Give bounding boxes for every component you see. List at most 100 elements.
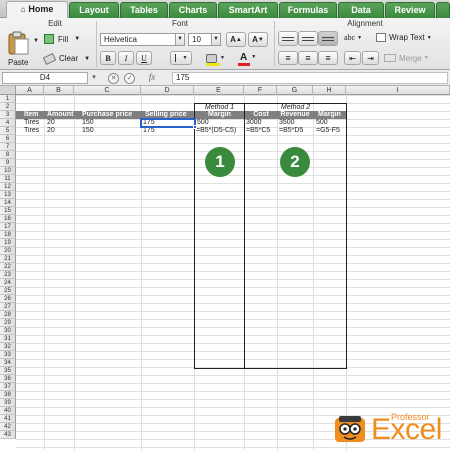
formula-input[interactable]: 175 [172, 72, 448, 84]
header-margin-method-1[interactable]: Margin [195, 111, 244, 119]
select-all-corner[interactable] [0, 86, 16, 95]
cancel-formula-icon[interactable]: ✕ [108, 73, 119, 84]
row-header-38[interactable]: 38 [0, 391, 16, 399]
row-header-25[interactable]: 25 [0, 287, 16, 295]
row-header-30[interactable]: 30 [0, 327, 16, 335]
cell-h5[interactable]: =G5-F5 [316, 127, 346, 135]
row-header-33[interactable]: 33 [0, 351, 16, 359]
row-header-5[interactable]: 5 [0, 127, 16, 135]
tab-data[interactable]: Data [338, 2, 384, 18]
row-header-31[interactable]: 31 [0, 335, 16, 343]
bold-button[interactable]: B [100, 51, 116, 65]
row-header-4[interactable]: 4 [0, 119, 16, 127]
column-header-b[interactable]: B [44, 86, 74, 95]
row-header-28[interactable]: 28 [0, 311, 16, 319]
row-header-32[interactable]: 32 [0, 343, 16, 351]
row-header-27[interactable]: 27 [0, 303, 16, 311]
tab-charts[interactable]: Charts [169, 2, 217, 18]
row-header-34[interactable]: 34 [0, 359, 16, 367]
cell-h4[interactable]: 500 [316, 119, 346, 127]
row-header-17[interactable]: 17 [0, 223, 16, 231]
row-header-10[interactable]: 10 [0, 167, 16, 175]
row-header-36[interactable]: 36 [0, 375, 16, 383]
cell-a4[interactable]: Tires [24, 119, 44, 127]
cell-g5[interactable]: =B5*D5 [279, 127, 313, 135]
row-header-11[interactable]: 11 [0, 175, 16, 183]
fill-button[interactable]: Fill ▼ [44, 34, 80, 44]
paste-dropdown-arrow[interactable]: ▼ [33, 38, 39, 44]
row-header-37[interactable]: 37 [0, 383, 16, 391]
cell-b5[interactable]: 20 [47, 127, 74, 135]
row-header-2[interactable]: 2 [0, 103, 16, 111]
cell-d5[interactable]: 175 [143, 127, 193, 135]
increase-indent-button[interactable]: ⇥ [362, 51, 379, 65]
row-header-7[interactable]: 7 [0, 143, 16, 151]
font-name-select[interactable]: Helvetica [100, 33, 176, 46]
align-center-button[interactable]: ≡ [298, 51, 318, 65]
cell-c5[interactable]: 150 [82, 127, 141, 135]
row-header-22[interactable]: 22 [0, 263, 16, 271]
borders-button[interactable]: ▼ [170, 51, 192, 65]
row-header-26[interactable]: 26 [0, 295, 16, 303]
row-header-23[interactable]: 23 [0, 271, 16, 279]
row-header-41[interactable]: 41 [0, 415, 16, 423]
cell-e4[interactable]: 500 [197, 119, 243, 127]
tab-tables[interactable]: Tables [120, 2, 168, 18]
header-item[interactable]: Item [16, 111, 44, 119]
paste-button[interactable] [6, 30, 32, 56]
active-cell-selection[interactable] [140, 118, 196, 128]
underline-button[interactable]: U [136, 51, 152, 65]
cell-b4[interactable]: 20 [47, 119, 74, 127]
italic-button[interactable]: I [118, 51, 134, 65]
row-header-42[interactable]: 42 [0, 423, 16, 431]
align-right-button[interactable]: ≡ [318, 51, 338, 65]
align-top-button[interactable] [278, 31, 298, 46]
row-header-35[interactable]: 35 [0, 367, 16, 375]
align-left-button[interactable]: ≡ [278, 51, 298, 65]
row-header-15[interactable]: 15 [0, 207, 16, 215]
cell-f5[interactable]: =B5*C5 [246, 127, 277, 135]
row-header-18[interactable]: 18 [0, 231, 16, 239]
header-revenue[interactable]: Revenue [277, 111, 313, 119]
row-header-24[interactable]: 24 [0, 279, 16, 287]
row-header-6[interactable]: 6 [0, 135, 16, 143]
tab-overflow[interactable] [436, 2, 450, 18]
confirm-formula-icon[interactable]: ✓ [124, 73, 135, 84]
name-box[interactable]: D4 [2, 72, 88, 84]
decrease-indent-button[interactable]: ⇤ [344, 51, 361, 65]
tab-review[interactable]: Review [385, 2, 435, 18]
font-color-button[interactable]: A ▼ [240, 50, 256, 64]
column-header-e[interactable]: E [194, 86, 244, 95]
cell-e5[interactable]: =B5*(D5-C5) [196, 127, 244, 135]
orientation-button[interactable]: abc ▼ [344, 33, 362, 42]
tab-layout[interactable]: Layout [69, 2, 119, 18]
column-header-i[interactable]: I [346, 86, 450, 95]
tab-formulas[interactable]: Formulas [279, 2, 337, 18]
cell-c4[interactable]: 150 [82, 119, 141, 127]
font-size-select[interactable]: 10 [188, 33, 212, 46]
align-bottom-button[interactable] [318, 31, 338, 46]
row-header-1[interactable]: 1 [0, 95, 16, 103]
clear-button[interactable]: Clear ▼ [42, 52, 90, 65]
merge-button[interactable]: Merge ▼ [384, 51, 429, 65]
tab-smartart[interactable]: SmartArt [218, 2, 278, 18]
column-header-a[interactable]: A [16, 86, 44, 95]
wrap-text-button[interactable]: Wrap Text ▼ [376, 33, 432, 42]
row-header-20[interactable]: 20 [0, 247, 16, 255]
column-header-f[interactable]: F [244, 86, 277, 95]
fill-handle[interactable] [193, 125, 197, 129]
column-header-h[interactable]: H [313, 86, 346, 95]
row-header-9[interactable]: 9 [0, 159, 16, 167]
row-header-3[interactable]: 3 [0, 111, 16, 119]
font-size-dropdown[interactable]: ▼ [212, 33, 221, 46]
row-header-43[interactable]: 43 [0, 431, 16, 439]
row-header-21[interactable]: 21 [0, 255, 16, 263]
name-box-dropdown[interactable]: ▾ [89, 72, 99, 84]
column-header-c[interactable]: C [74, 86, 141, 95]
cell-f4[interactable]: 3000 [246, 119, 277, 127]
row-header-12[interactable]: 12 [0, 183, 16, 191]
grow-font-button[interactable]: A ▲ [226, 32, 246, 47]
column-header-g[interactable]: G [277, 86, 313, 95]
cell-a5[interactable]: Tires [24, 127, 44, 135]
row-header-40[interactable]: 40 [0, 407, 16, 415]
